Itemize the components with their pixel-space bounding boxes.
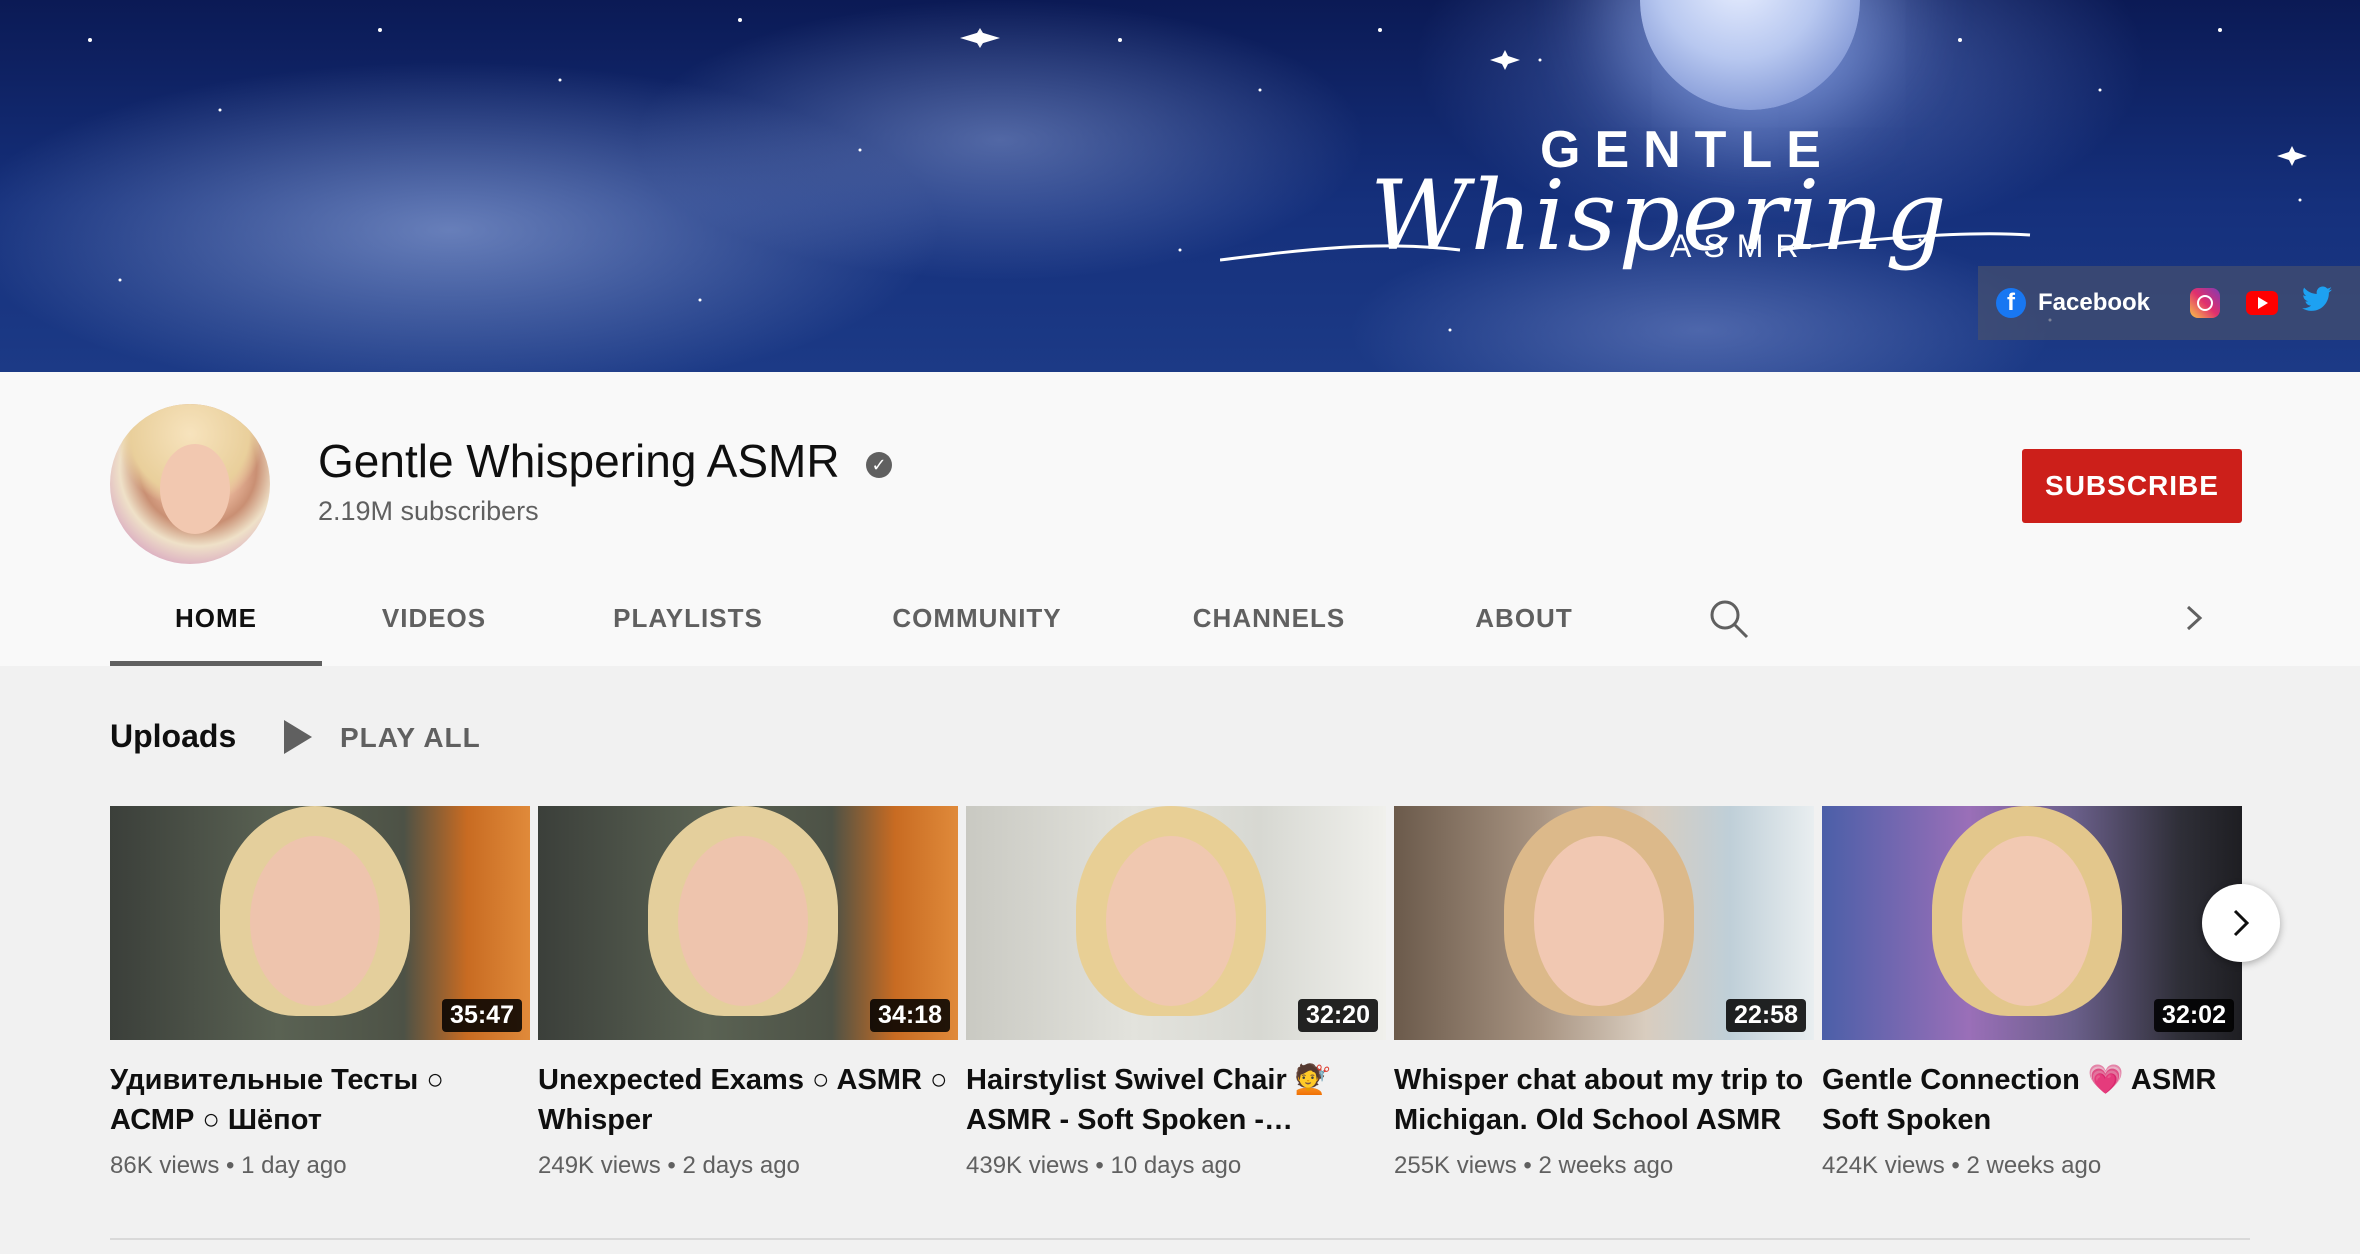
video-meta: 249K views • 2 days ago xyxy=(538,1152,800,1179)
logo-whispering: Whispering xyxy=(1370,160,1949,272)
video-title[interactable]: Gentle Connection 💗 ASMR Soft Spoken xyxy=(1822,1060,2242,1140)
video-card[interactable]: 22:58 Whisper chat about my trip to Mich… xyxy=(1394,806,1814,1180)
video-title[interactable]: Whisper chat about my trip to Michigan. … xyxy=(1394,1060,1814,1140)
video-card[interactable]: 32:02 Gentle Connection 💗 ASMR Soft Spok… xyxy=(1822,806,2242,1180)
facebook-icon[interactable]: f xyxy=(1996,288,2026,318)
video-duration: 35:47 xyxy=(442,999,522,1032)
chevron-right-icon[interactable] xyxy=(2182,604,2206,632)
facebook-link[interactable]: Facebook xyxy=(2038,289,2150,317)
chevron-right-icon xyxy=(2233,909,2250,937)
tab-community[interactable]: COMMUNITY xyxy=(830,590,1124,666)
video-thumbnail[interactable]: 22:58 xyxy=(1394,806,1814,1040)
tab-home[interactable]: HOME xyxy=(110,590,322,666)
video-meta: 439K views • 10 days ago xyxy=(966,1152,1242,1179)
video-duration: 32:02 xyxy=(2154,999,2234,1032)
tab-about[interactable]: ABOUT xyxy=(1414,590,1634,666)
play-all-button[interactable]: PLAY ALL xyxy=(340,722,481,754)
tab-playlists[interactable]: PLAYLISTS xyxy=(546,590,830,666)
carousel-next-button[interactable] xyxy=(2202,884,2280,962)
instagram-icon[interactable] xyxy=(2190,288,2221,318)
video-duration: 22:58 xyxy=(1726,999,1806,1032)
video-card[interactable]: 34:18 Unexpected Exams ○ ASMR ○ Whisper … xyxy=(538,806,958,1180)
logo-asmr: ASMR xyxy=(1670,228,1811,264)
video-duration: 34:18 xyxy=(870,999,950,1032)
channel-avatar[interactable] xyxy=(110,404,270,564)
video-meta: 255K views • 2 weeks ago xyxy=(1394,1152,1674,1179)
play-icon[interactable] xyxy=(284,720,312,754)
video-title[interactable]: Hairstylist Swivel Chair 💇 ASMR - Soft S… xyxy=(966,1060,1386,1140)
banner-logo: GENTLE Whispering ASMR xyxy=(1220,120,2040,300)
thumbnail-face xyxy=(1106,836,1236,1006)
thumbnail-face xyxy=(1962,836,2092,1006)
video-thumbnail[interactable]: 35:47 xyxy=(110,806,530,1040)
video-title[interactable]: Удивительные Тесты ○ АСМР ○ Шёпот xyxy=(110,1060,530,1140)
search-icon[interactable] xyxy=(1708,598,1750,640)
avatar-face xyxy=(160,444,230,534)
tab-channels[interactable]: CHANNELS xyxy=(1124,590,1414,666)
banner-social-links: f Facebook xyxy=(1978,266,2360,340)
video-title[interactable]: Unexpected Exams ○ ASMR ○ Whisper xyxy=(538,1060,958,1140)
subscribe-button[interactable]: SUBSCRIBE xyxy=(2022,449,2242,523)
subscriber-count: 2.19M subscribers xyxy=(318,496,539,526)
twitter-icon[interactable] xyxy=(2302,286,2333,320)
video-duration: 32:20 xyxy=(1298,999,1378,1032)
video-thumbnail[interactable]: 32:20 xyxy=(966,806,1386,1040)
video-meta: 424K views • 2 weeks ago xyxy=(1822,1152,2102,1179)
youtube-icon[interactable] xyxy=(2246,291,2279,315)
channel-tabs: HOME VIDEOS PLAYLISTS COMMUNITY CHANNELS… xyxy=(110,590,1634,666)
video-meta: 86K views • 1 day ago xyxy=(110,1152,347,1179)
video-card[interactable]: 35:47 Удивительные Тесты ○ АСМР ○ Шёпот … xyxy=(110,806,530,1180)
channel-banner: GENTLE Whispering ASMR f Facebook xyxy=(0,0,2360,372)
channel-name: Gentle Whispering ASMR xyxy=(318,435,840,487)
video-thumbnail[interactable]: 32:02 xyxy=(1822,806,2242,1040)
channel-header: Gentle Whispering ASMR ✓ 2.19M subscribe… xyxy=(0,372,2360,666)
video-thumbnail[interactable]: 34:18 xyxy=(538,806,958,1040)
uploads-carousel: 35:47 Удивительные Тесты ○ АСМР ○ Шёпот … xyxy=(110,806,2242,1206)
uploads-section-title: Uploads xyxy=(110,718,237,754)
thumbnail-face xyxy=(250,836,380,1006)
verified-check-icon: ✓ xyxy=(866,452,892,478)
thumbnail-face xyxy=(1534,836,1664,1006)
section-divider xyxy=(110,1238,2250,1240)
tab-videos[interactable]: VIDEOS xyxy=(322,590,546,666)
thumbnail-face xyxy=(678,836,808,1006)
video-card[interactable]: 32:20 Hairstylist Swivel Chair 💇 ASMR - … xyxy=(966,806,1386,1180)
